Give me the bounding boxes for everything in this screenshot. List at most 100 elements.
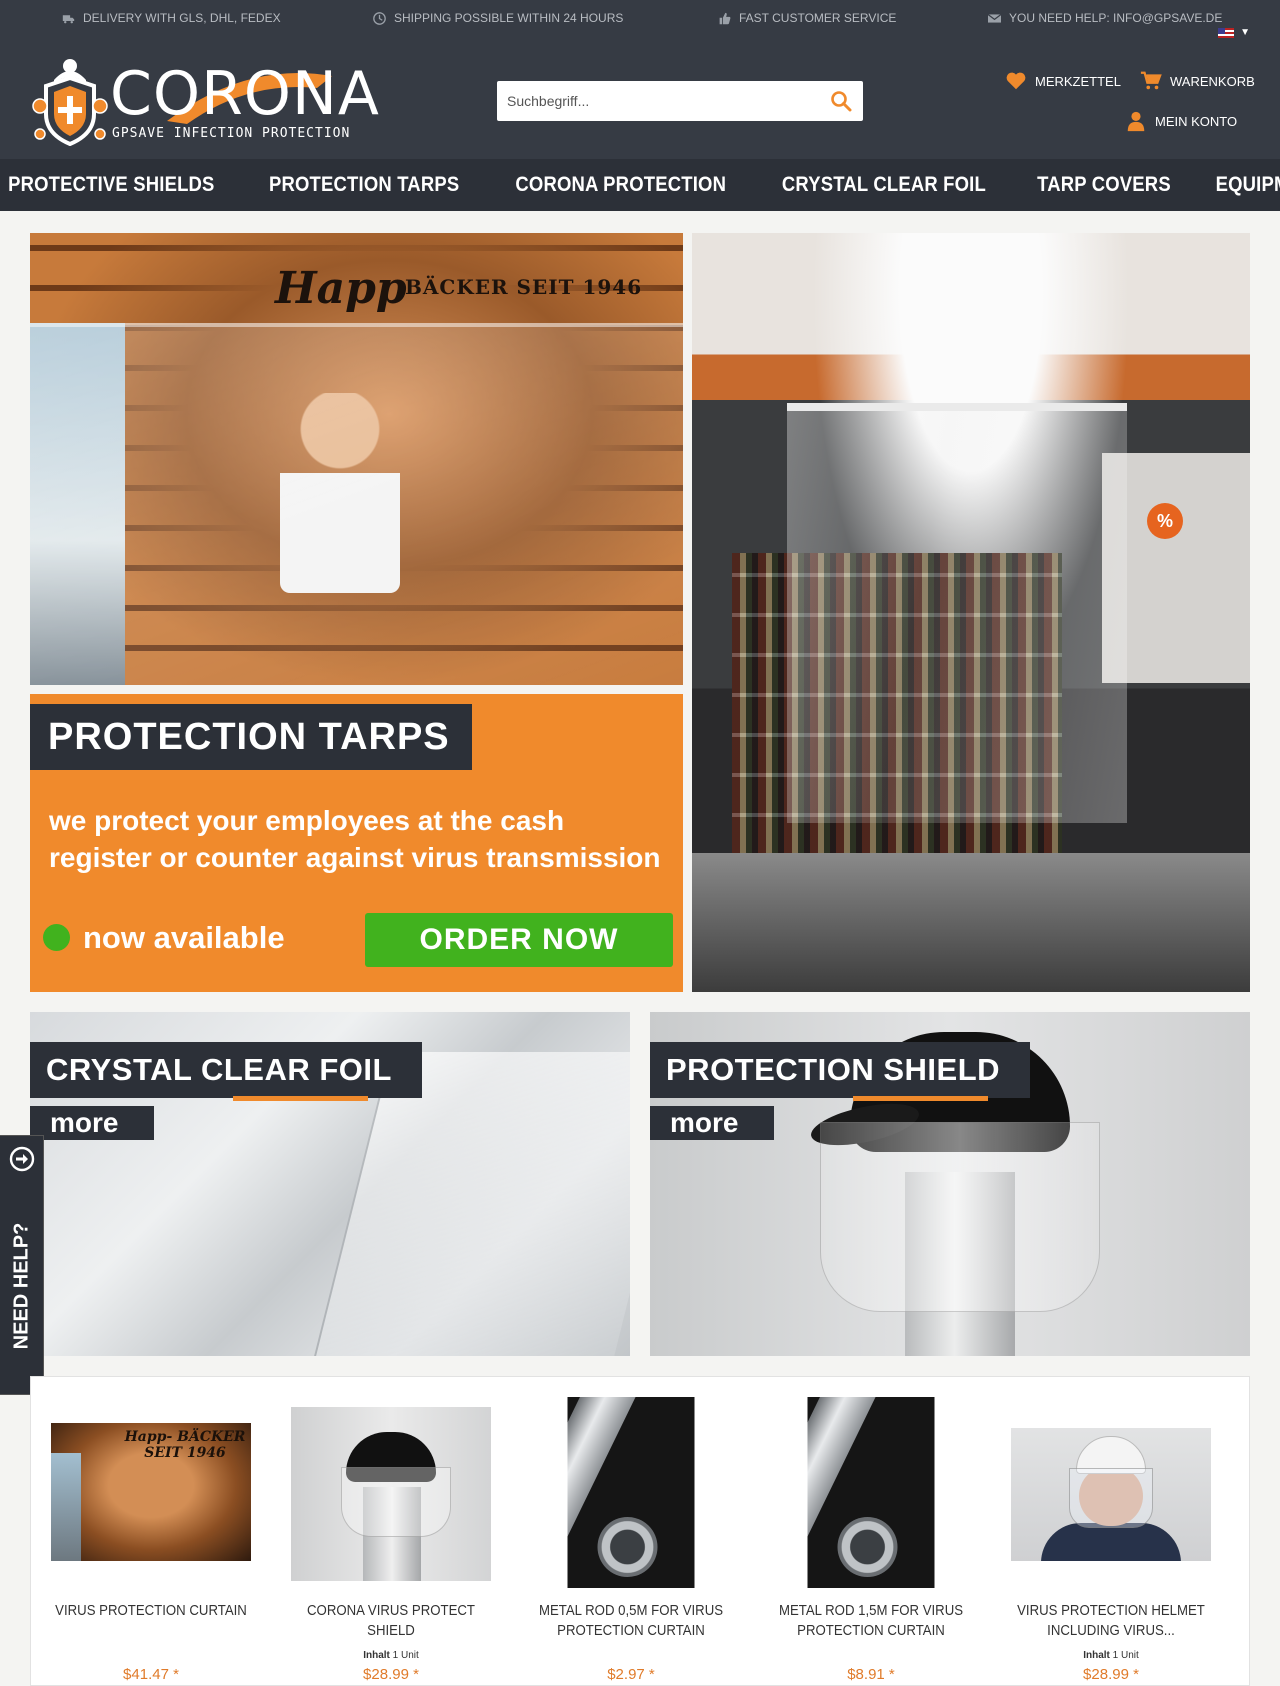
usp-delivery-text: DELIVERY WITH GLS, DHL, FEDEX — [83, 11, 281, 25]
account-link[interactable]: MEIN KONTO — [1125, 110, 1237, 132]
product-name[interactable]: METAL ROD 1,5M FOR VIRUS PROTECTION CURT… — [765, 1601, 976, 1641]
teaser-crystal-clear-foil[interactable]: CRYSTAL CLEAR FOIL more — [30, 1012, 630, 1356]
product-image-rod-end — [597, 1517, 658, 1577]
cart-icon — [1140, 71, 1162, 90]
teaser-underline — [233, 1096, 368, 1101]
protection-curtain — [787, 403, 1127, 823]
product-content-value: 1 Unit — [392, 1650, 419, 1661]
top-info-bar: DELIVERY WITH GLS, DHL, FEDEX SHIPPING P… — [0, 0, 1280, 44]
product-image[interactable]: Happ- BÄCKER SEIT 1946 — [51, 1423, 251, 1561]
hero-availability: now available — [83, 920, 285, 955]
protection-tarp-glass — [30, 323, 683, 685]
product-image-visor — [1069, 1468, 1153, 1528]
envelope-icon — [988, 13, 1001, 23]
product-image[interactable] — [291, 1407, 491, 1581]
heart-icon — [1006, 72, 1026, 90]
product-card[interactable]: METAL ROD 0,5M FOR VIRUS PROTECTION CURT… — [511, 1377, 751, 1686]
teaser-title-text: PROTECTION SHIELD — [666, 1052, 1001, 1087]
product-card[interactable]: VIRUS PROTECTION HELMET INCLUDING VIRUS.… — [991, 1377, 1231, 1686]
hero-banner[interactable]: Happ BÄCKER SEIT 1946 % PROTECTION TARPS… — [30, 233, 1250, 992]
product-name[interactable]: VIRUS PROTECTION CURTAIN — [45, 1601, 256, 1621]
usp-shipping-text: SHIPPING POSSIBLE WITHIN 24 HOURS — [394, 11, 624, 25]
usp-help-text: YOU NEED HELP: INFO@GPSAVE.DE — [1009, 11, 1223, 25]
teaser-title: PROTECTION SHIELD — [650, 1042, 1031, 1101]
user-icon — [1127, 111, 1145, 132]
nav-item-protection-tarps[interactable]: PROTECTION TARPS — [269, 173, 459, 197]
product-image-rod-end — [837, 1517, 898, 1577]
availability-dot-icon — [43, 924, 70, 951]
logo-subtitle: GPSAVE INFECTION PROTECTION — [112, 126, 351, 141]
shield-logo-icon — [32, 59, 108, 146]
logo[interactable]: CORONA GPSAVE INFECTION PROTECTION — [32, 56, 379, 146]
clock-icon — [373, 11, 386, 25]
order-now-button[interactable]: ORDER NOW — [365, 913, 673, 967]
thumbs-up-icon — [719, 12, 731, 24]
teaser-more-link[interactable]: more — [650, 1106, 775, 1140]
us-flag-icon — [1218, 27, 1235, 38]
teaser-more-link[interactable]: more — [30, 1106, 155, 1140]
hero-bakery-image: Happ BÄCKER SEIT 1946 — [30, 233, 683, 685]
product-image[interactable] — [1011, 1428, 1211, 1561]
product-content-label: Inhalt — [1083, 1650, 1110, 1661]
product-price: $41.47 * — [123, 1666, 179, 1683]
search-box — [497, 81, 863, 121]
truck-icon — [62, 14, 75, 23]
hero-text: we protect your employees at the cash re… — [49, 805, 661, 873]
usp-shipping: SHIPPING POSSIBLE WITHIN 24 HOURS — [373, 11, 623, 25]
product-image[interactable] — [567, 1397, 695, 1588]
cart-link[interactable]: WARENKORB — [1140, 70, 1255, 92]
hero-promo-panel: PROTECTION TARPS we protect your employe… — [30, 694, 683, 992]
product-image-sign: Happ- BÄCKER SEIT 1946 — [124, 1429, 246, 1461]
nav-item-protective-shields[interactable]: PROTECTIVE SHIELDS — [8, 173, 214, 197]
language-switcher[interactable]: ▼ — [1218, 27, 1250, 38]
teaser-title-text: CRYSTAL CLEAR FOIL — [46, 1052, 392, 1087]
product-content: Inhalt 1 Unit — [991, 1650, 1231, 1661]
need-help-tab[interactable]: NEED HELP? — [0, 1135, 44, 1395]
teaser-protection-shield[interactable]: PROTECTION SHIELD more — [650, 1012, 1250, 1356]
header: CORONA GPSAVE INFECTION PROTECTION MERKZ… — [0, 44, 1280, 159]
nav-item-crystal-clear-foil[interactable]: CRYSTAL CLEAR FOIL — [782, 173, 986, 197]
product-price: $28.99 * — [363, 1666, 419, 1683]
product-card[interactable]: Happ- BÄCKER SEIT 1946 VIRUS PROTECTION … — [31, 1377, 271, 1686]
search-button[interactable] — [819, 81, 863, 121]
account-label: MEIN KONTO — [1155, 113, 1238, 129]
nav-item-corona-protection[interactable]: CORONA PROTECTION — [515, 173, 726, 197]
teaser-underline — [853, 1096, 988, 1101]
usp-help[interactable]: YOU NEED HELP: INFO@GPSAVE.DE — [988, 11, 1222, 25]
product-image[interactable] — [807, 1397, 935, 1588]
usp-delivery: DELIVERY WITH GLS, DHL, FEDEX — [62, 11, 281, 25]
product-card[interactable]: CORONA VIRUS PROTECT SHIELD Inhalt 1 Uni… — [271, 1377, 511, 1686]
product-name[interactable]: VIRUS PROTECTION HELMET INCLUDING VIRUS.… — [1005, 1601, 1216, 1641]
product-card[interactable]: METAL ROD 1,5M FOR VIRUS PROTECTION CURT… — [751, 1377, 991, 1686]
product-price: $28.99 * — [1083, 1666, 1139, 1683]
search-input[interactable] — [497, 81, 819, 121]
product-name[interactable]: METAL ROD 0,5M FOR VIRUS PROTECTION CURT… — [525, 1601, 736, 1641]
main-navigation: PROTECTIVE SHIELDS PROTECTION TARPS CORO… — [0, 159, 1280, 211]
nav-item-tarp-covers[interactable]: TARP COVERS — [1037, 173, 1171, 197]
bakery-sign-subtitle: BÄCKER SEIT 1946 — [405, 275, 643, 299]
cart-label: WARENKORB — [1170, 73, 1255, 89]
wishlist-label: MERKZETTEL — [1035, 73, 1121, 89]
nav-item-equipment[interactable]: EQUIPMENT — [1215, 173, 1280, 197]
product-content-value: 1 Unit — [1112, 1650, 1139, 1661]
need-help-label: NEED HELP? — [10, 1222, 33, 1350]
face-shield — [820, 1122, 1100, 1312]
product-content: Inhalt 1 Unit — [271, 1650, 511, 1661]
product-price: $2.97 * — [607, 1666, 655, 1683]
product-content-label: Inhalt — [363, 1650, 390, 1661]
chevron-down-icon: ▼ — [1240, 27, 1250, 38]
bakery-sign: Happ — [275, 263, 407, 314]
product-image-shield — [341, 1467, 451, 1537]
percent-badge: % — [1147, 503, 1183, 539]
product-slider: Happ- BÄCKER SEIT 1946 VIRUS PROTECTION … — [30, 1376, 1250, 1686]
wishlist-link[interactable]: MERKZETTEL — [1005, 70, 1121, 92]
product-image-body — [1041, 1523, 1181, 1561]
teaser-title: CRYSTAL CLEAR FOIL — [30, 1042, 422, 1101]
shop-counter — [692, 853, 1250, 992]
usp-service: FAST CUSTOMER SERVICE — [718, 11, 896, 25]
hero-shop-image: % — [692, 233, 1250, 992]
search-icon — [831, 91, 852, 112]
usp-service-text: FAST CUSTOMER SERVICE — [739, 11, 897, 25]
product-name[interactable]: CORONA VIRUS PROTECT SHIELD — [285, 1601, 496, 1641]
logo-word: CORONA — [110, 59, 380, 129]
